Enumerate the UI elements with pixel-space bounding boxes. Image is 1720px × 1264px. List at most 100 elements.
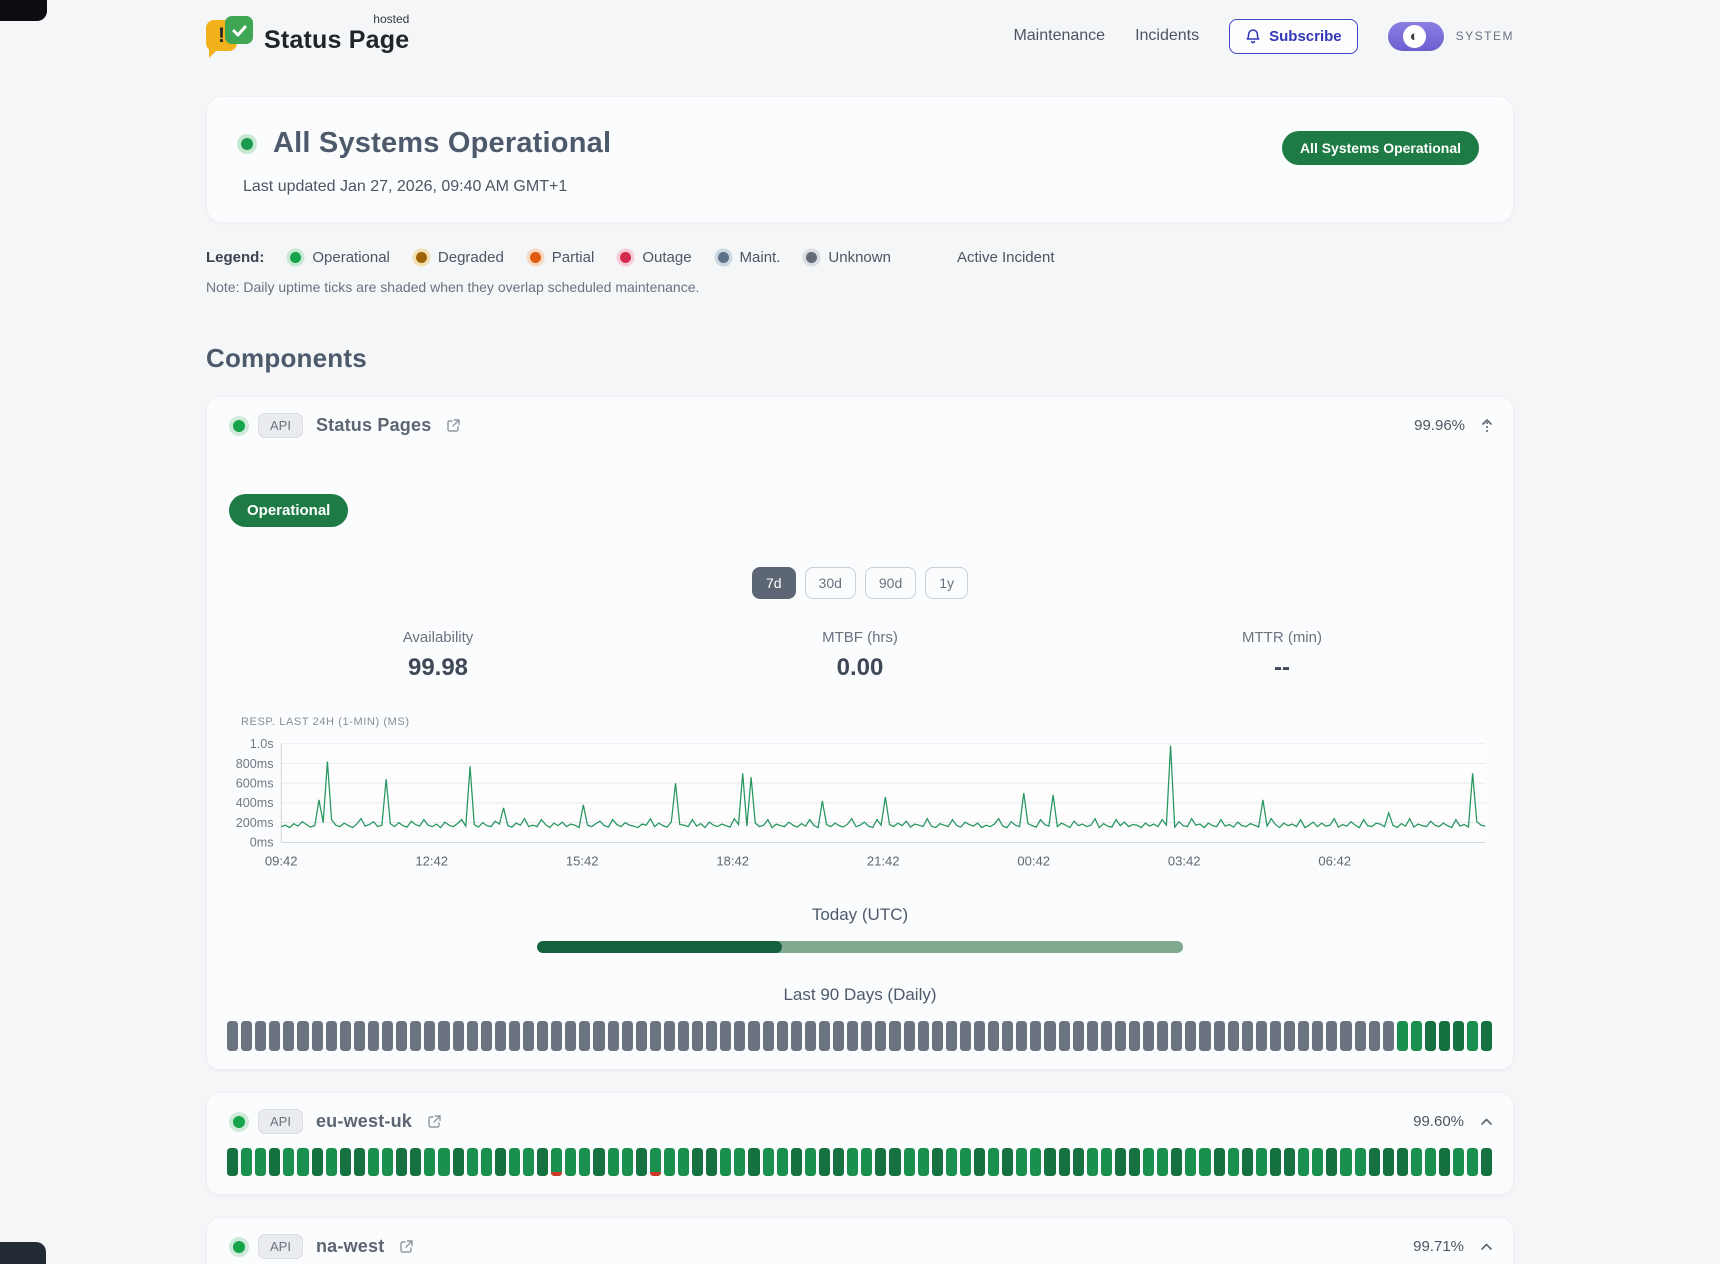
range-button-90d[interactable]: 90d (865, 567, 916, 599)
uptime-tick[interactable] (946, 1148, 957, 1176)
uptime-tick[interactable] (805, 1021, 816, 1051)
uptime-tick[interactable] (1481, 1148, 1492, 1176)
uptime-tick[interactable] (692, 1148, 703, 1176)
external-link-icon[interactable] (446, 418, 461, 433)
uptime-tick[interactable] (734, 1148, 745, 1176)
uptime-tick[interactable] (509, 1021, 520, 1051)
uptime-tick[interactable] (438, 1021, 449, 1051)
uptime-tick[interactable] (1298, 1148, 1309, 1176)
uptime-tick[interactable] (889, 1021, 900, 1051)
uptime-tick[interactable] (1199, 1021, 1210, 1051)
uptime-tick[interactable] (904, 1148, 915, 1176)
uptime-tick[interactable] (241, 1148, 252, 1176)
external-link-icon[interactable] (427, 1114, 442, 1129)
uptime-tick[interactable] (1453, 1021, 1464, 1051)
uptime-tick[interactable] (1467, 1021, 1478, 1051)
uptime-tick[interactable] (734, 1021, 745, 1051)
uptime-tick[interactable] (481, 1021, 492, 1051)
uptime-tick[interactable] (1270, 1021, 1281, 1051)
uptime-tick[interactable] (622, 1148, 633, 1176)
uptime-tick[interactable] (636, 1148, 647, 1176)
uptime-tick[interactable] (1073, 1148, 1084, 1176)
uptime-tick[interactable] (1129, 1148, 1140, 1176)
uptime-tick[interactable] (692, 1021, 703, 1051)
uptime-tick[interactable] (1298, 1021, 1309, 1051)
uptime-tick[interactable] (326, 1021, 337, 1051)
uptime-tick[interactable] (537, 1021, 548, 1051)
uptime-tick[interactable] (1016, 1021, 1027, 1051)
uptime-tick[interactable] (312, 1148, 323, 1176)
uptime-tick[interactable] (551, 1021, 562, 1051)
uptime-tick[interactable] (664, 1148, 675, 1176)
uptime-tick[interactable] (396, 1021, 407, 1051)
external-link-icon[interactable] (399, 1239, 414, 1254)
uptime-tick[interactable] (1157, 1021, 1168, 1051)
uptime-tick[interactable] (988, 1021, 999, 1051)
uptime-tick[interactable] (1030, 1021, 1041, 1051)
uptime-tick[interactable] (382, 1021, 393, 1051)
uptime-tick[interactable] (1073, 1021, 1084, 1051)
uptime-tick[interactable] (1439, 1148, 1450, 1176)
uptime-tick[interactable] (227, 1148, 238, 1176)
uptime-tick[interactable] (1044, 1021, 1055, 1051)
uptime-tick[interactable] (1425, 1148, 1436, 1176)
uptime-tick[interactable] (1242, 1148, 1253, 1176)
uptime-tick[interactable] (255, 1021, 266, 1051)
uptime-tick[interactable] (1383, 1021, 1394, 1051)
uptime-tick[interactable] (1383, 1148, 1394, 1176)
uptime-tick[interactable] (453, 1021, 464, 1051)
uptime-tick[interactable] (438, 1148, 449, 1176)
uptime-tick[interactable] (608, 1021, 619, 1051)
uptime-tick[interactable] (1214, 1021, 1225, 1051)
uptime-tick[interactable] (467, 1021, 478, 1051)
expand-chevron-icon[interactable] (1480, 1117, 1493, 1126)
uptime-tick[interactable] (974, 1148, 985, 1176)
uptime-tick[interactable] (889, 1148, 900, 1176)
uptime-tick[interactable] (579, 1148, 590, 1176)
uptime-tick[interactable] (678, 1148, 689, 1176)
uptime-tick[interactable] (354, 1148, 365, 1176)
uptime-tick[interactable] (706, 1021, 717, 1051)
uptime-tick[interactable] (791, 1021, 802, 1051)
collapse-arrow-icon[interactable] (1481, 418, 1493, 434)
uptime-tick[interactable] (340, 1021, 351, 1051)
uptime-tick[interactable] (1143, 1021, 1154, 1051)
uptime-tick[interactable] (424, 1148, 435, 1176)
uptime-tick[interactable] (636, 1021, 647, 1051)
uptime-tick[interactable] (269, 1021, 280, 1051)
range-button-1y[interactable]: 1y (925, 567, 968, 599)
uptime-tick[interactable] (579, 1021, 590, 1051)
uptime-tick[interactable] (1284, 1148, 1295, 1176)
uptime-tick[interactable] (1171, 1148, 1182, 1176)
uptime-tick[interactable] (368, 1021, 379, 1051)
uptime-tick[interactable] (297, 1148, 308, 1176)
uptime-tick[interactable] (974, 1021, 985, 1051)
uptime-tick[interactable] (1355, 1021, 1366, 1051)
uptime-tick[interactable] (1101, 1148, 1112, 1176)
uptime-tick[interactable] (453, 1148, 464, 1176)
uptime-tick[interactable] (1355, 1148, 1366, 1176)
uptime-tick[interactable] (1002, 1148, 1013, 1176)
uptime-tick[interactable] (678, 1021, 689, 1051)
uptime-tick[interactable] (904, 1021, 915, 1051)
uptime-tick[interactable] (1326, 1021, 1337, 1051)
uptime-tick[interactable] (283, 1148, 294, 1176)
uptime-tick[interactable] (875, 1021, 886, 1051)
uptime-tick[interactable] (763, 1021, 774, 1051)
uptime-tick[interactable] (1214, 1148, 1225, 1176)
uptime-tick[interactable] (565, 1148, 576, 1176)
uptime-tick[interactable] (1030, 1148, 1041, 1176)
uptime-tick[interactable] (1228, 1021, 1239, 1051)
uptime-tick[interactable] (1228, 1148, 1239, 1176)
uptime-tick[interactable] (1467, 1148, 1478, 1176)
uptime-tick[interactable] (650, 1148, 661, 1176)
uptime-tick[interactable] (241, 1021, 252, 1051)
uptime-tick[interactable] (706, 1148, 717, 1176)
uptime-tick[interactable] (354, 1021, 365, 1051)
uptime-tick[interactable] (495, 1021, 506, 1051)
uptime-tick[interactable] (523, 1148, 534, 1176)
uptime-tick[interactable] (960, 1021, 971, 1051)
uptime-tick[interactable] (410, 1021, 421, 1051)
uptime-tick[interactable] (819, 1148, 830, 1176)
uptime-tick[interactable] (608, 1148, 619, 1176)
